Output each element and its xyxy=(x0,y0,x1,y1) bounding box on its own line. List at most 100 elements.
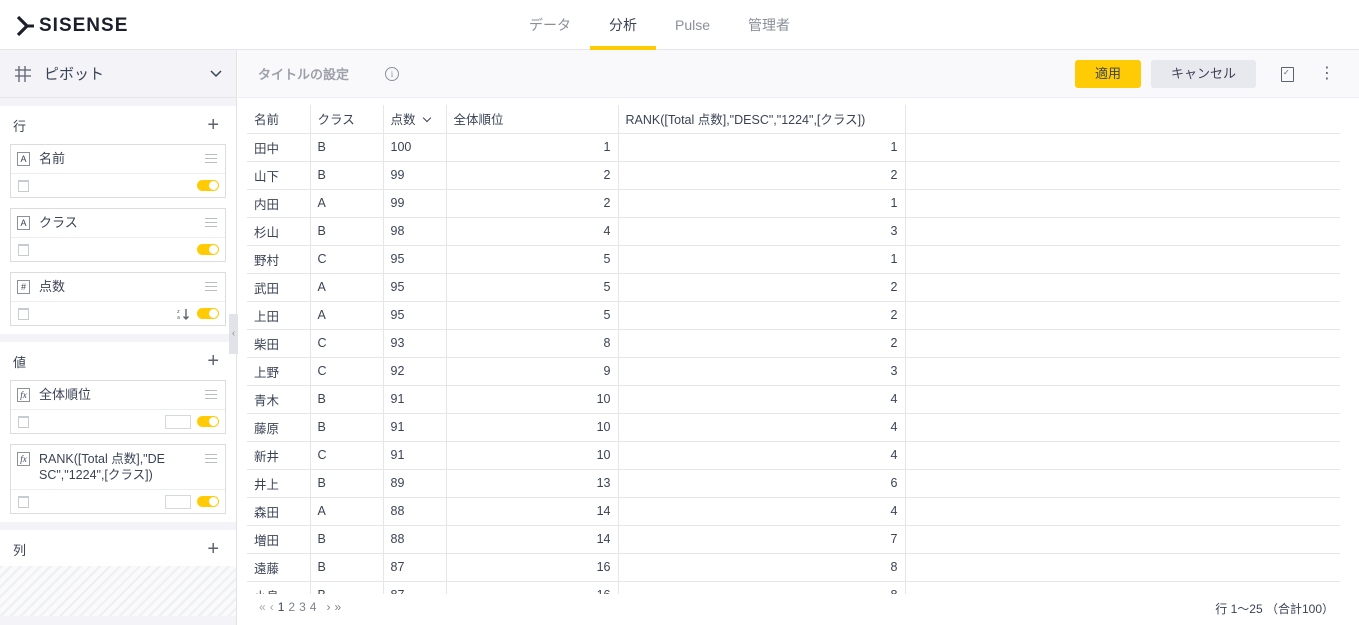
tab-analytics[interactable]: 分析 xyxy=(590,0,656,50)
info-icon[interactable]: i xyxy=(385,66,400,81)
trash-icon[interactable] xyxy=(18,415,29,428)
drag-handle-icon[interactable] xyxy=(205,154,217,163)
field-toggle[interactable] xyxy=(197,244,219,255)
trash-icon[interactable] xyxy=(18,307,29,320)
cell-class: A xyxy=(310,301,384,330)
drag-handle-icon[interactable] xyxy=(205,218,217,227)
value-field-rank-formula[interactable]: fx RANK([Total 点数],"DESC","1224",[クラス]) xyxy=(10,444,226,514)
tab-admin[interactable]: 管理者 xyxy=(729,0,809,50)
row-field-score[interactable]: # 点数 z a xyxy=(10,272,226,326)
cell-score: 95 xyxy=(383,245,447,274)
cell-class: C xyxy=(310,329,384,358)
cell-class: B xyxy=(310,133,384,162)
table-row: 柴田 C 93 8 2 xyxy=(247,329,1340,358)
cell-overall-rank: 16 xyxy=(446,581,619,594)
cell-class-rank: 4 xyxy=(618,385,906,414)
column-header-class[interactable]: クラス xyxy=(310,105,384,134)
page-link-2[interactable]: 2 xyxy=(288,600,295,614)
collapse-sidebar-handle[interactable]: ‹ xyxy=(229,314,238,354)
cell-score: 95 xyxy=(383,301,447,330)
field-toggle[interactable] xyxy=(197,180,219,191)
color-swatch[interactable] xyxy=(165,494,191,509)
trash-icon[interactable] xyxy=(18,495,29,508)
column-header-empty xyxy=(905,105,1340,134)
color-swatch[interactable] xyxy=(165,414,191,429)
table-row: 森田 A 88 14 4 xyxy=(247,497,1340,526)
apply-button[interactable]: 適用 xyxy=(1075,60,1141,88)
table-row: 小島B87168 xyxy=(247,581,1340,594)
column-header-name[interactable]: 名前 xyxy=(247,105,311,134)
cell-name: 森田 xyxy=(247,497,311,526)
cancel-button[interactable]: キャンセル xyxy=(1151,60,1256,88)
cell-overall-rank: 9 xyxy=(446,357,619,386)
cell-class-rank: 2 xyxy=(618,161,906,190)
page-link-4[interactable]: 4 xyxy=(310,600,317,614)
cell-class-rank: 1 xyxy=(618,245,906,274)
sisense-logo[interactable]: SISENSE xyxy=(17,15,128,37)
drag-handle-icon[interactable] xyxy=(205,282,217,291)
field-toggle[interactable] xyxy=(197,496,219,507)
field-label: 全体順位 xyxy=(39,387,92,402)
row-field-class[interactable]: A クラス xyxy=(10,208,226,262)
last-page-button[interactable]: » xyxy=(334,600,341,614)
cell-overall-rank: 10 xyxy=(446,441,619,470)
cell-name: 新井 xyxy=(247,441,311,470)
cell-empty xyxy=(905,553,1340,582)
cell-overall-rank: 1 xyxy=(446,133,619,162)
column-header-score[interactable]: 点数 xyxy=(383,105,447,134)
more-options-icon[interactable]: ⋮ xyxy=(1319,64,1335,84)
cell-name: 野村 xyxy=(247,245,311,274)
cell-class-rank: 4 xyxy=(618,441,906,470)
cell-class-rank: 2 xyxy=(618,273,906,302)
cell-name: 藤原 xyxy=(247,413,311,442)
cell-name: 武田 xyxy=(247,273,311,302)
table-header-row: 名前 クラス 点数 全体順位 RANK([Total 点数],"DESC","1… xyxy=(247,105,1340,134)
cell-overall-rank: 10 xyxy=(446,413,619,442)
tab-pulse[interactable]: Pulse xyxy=(656,0,729,50)
text-type-icon: A xyxy=(17,216,30,230)
cell-name: 上田 xyxy=(247,301,311,330)
cell-overall-rank: 10 xyxy=(446,385,619,414)
cell-class: B xyxy=(310,217,384,246)
widget-type-selector[interactable]: ピボット xyxy=(0,50,236,98)
cell-score: 91 xyxy=(383,385,447,414)
cell-score: 95 xyxy=(383,273,447,302)
column-header-rank-formula[interactable]: RANK([Total 点数],"DESC","1224",[クラス]) xyxy=(618,105,906,134)
row-count-label: 行 1～25 （合計100） xyxy=(1215,602,1334,616)
pivot-table: 名前 クラス 点数 全体順位 RANK([Total 点数],"DESC","1… xyxy=(247,105,1340,594)
widget-toolbar: タイトルの設定 i 適用 キャンセル ⋮ xyxy=(238,50,1359,98)
field-toggle[interactable] xyxy=(197,308,219,319)
sort-descending-icon[interactable]: z a xyxy=(177,308,191,320)
trash-icon[interactable] xyxy=(18,179,29,192)
cell-score: 89 xyxy=(383,469,447,498)
next-page-button[interactable]: › xyxy=(326,600,330,614)
tab-data[interactable]: データ xyxy=(510,0,590,50)
cell-class-rank: 7 xyxy=(618,525,906,554)
column-drop-zone[interactable] xyxy=(0,566,236,616)
document-check-icon[interactable] xyxy=(1281,67,1294,82)
cell-score: 92 xyxy=(383,357,447,386)
trash-icon[interactable] xyxy=(18,243,29,256)
cell-overall-rank: 5 xyxy=(446,245,619,274)
cell-class-rank: 6 xyxy=(618,469,906,498)
pagination: « ‹ 1 2 3 4 › » xyxy=(259,600,341,614)
column-header-overall-rank[interactable]: 全体順位 xyxy=(446,105,619,134)
row-field-name[interactable]: A 名前 xyxy=(10,144,226,198)
cell-score: 88 xyxy=(383,497,447,526)
cell-class-rank: 4 xyxy=(618,497,906,526)
prev-page-button[interactable]: ‹ xyxy=(270,600,274,614)
page-link-3[interactable]: 3 xyxy=(299,600,306,614)
add-value-button[interactable]: + xyxy=(207,351,226,371)
widget-title-input[interactable]: タイトルの設定 xyxy=(258,64,349,83)
cell-overall-rank: 14 xyxy=(446,525,619,554)
page-link-1[interactable]: 1 xyxy=(278,600,285,614)
first-page-button[interactable]: « xyxy=(259,600,266,614)
value-field-overall-rank[interactable]: fx 全体順位 xyxy=(10,380,226,434)
add-row-button[interactable]: + xyxy=(207,115,226,135)
cell-class-rank: 8 xyxy=(618,581,906,594)
field-toggle[interactable] xyxy=(197,416,219,427)
cell-overall-rank: 5 xyxy=(446,273,619,302)
drag-handle-icon[interactable] xyxy=(205,454,217,463)
drag-handle-icon[interactable] xyxy=(205,390,217,399)
add-column-button[interactable]: + xyxy=(207,539,226,559)
